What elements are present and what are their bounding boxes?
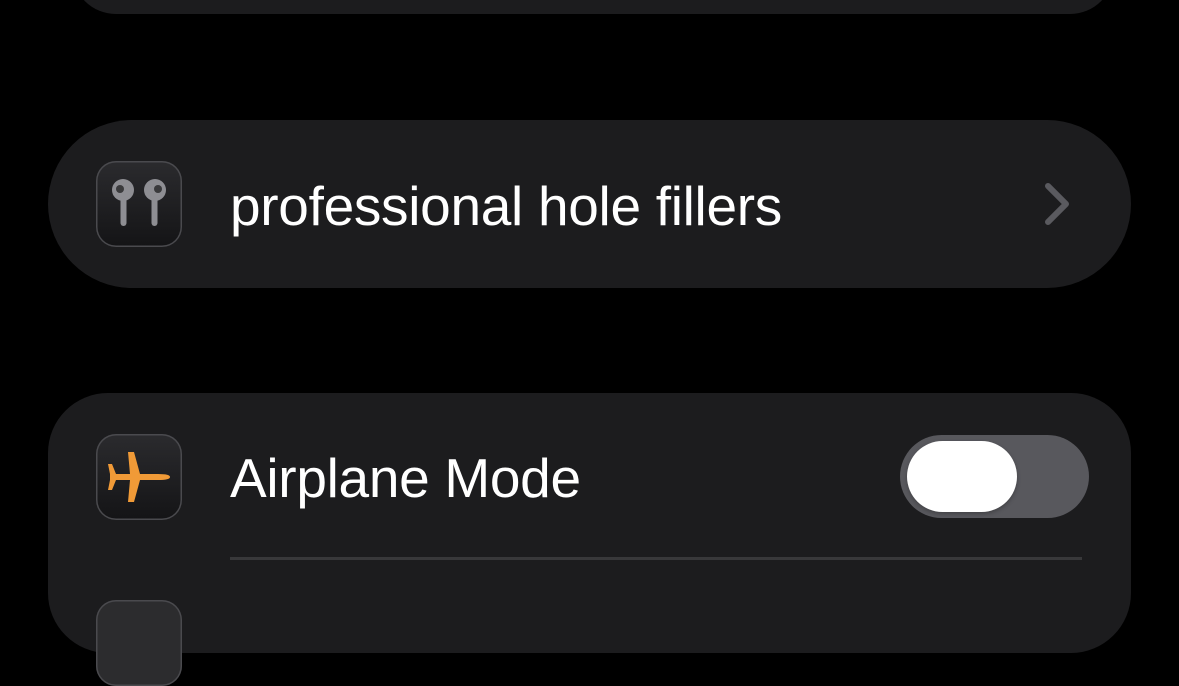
airplane-icon	[96, 434, 182, 520]
airplane-mode-toggle[interactable]	[900, 435, 1089, 518]
settings-group-top-partial	[72, 0, 1114, 14]
toggle-knob	[907, 441, 1017, 512]
airpods-row-label: professional hole fillers	[230, 175, 782, 237]
row-separator	[230, 557, 1082, 560]
next-row-icon	[96, 600, 182, 686]
airpods-icon	[96, 161, 182, 247]
airpods-settings-row[interactable]: professional hole fillers	[48, 120, 1131, 288]
chevron-right-icon	[1045, 183, 1069, 225]
airplane-mode-label: Airplane Mode	[230, 447, 581, 509]
network-settings-group: Airplane Mode	[48, 393, 1131, 686]
